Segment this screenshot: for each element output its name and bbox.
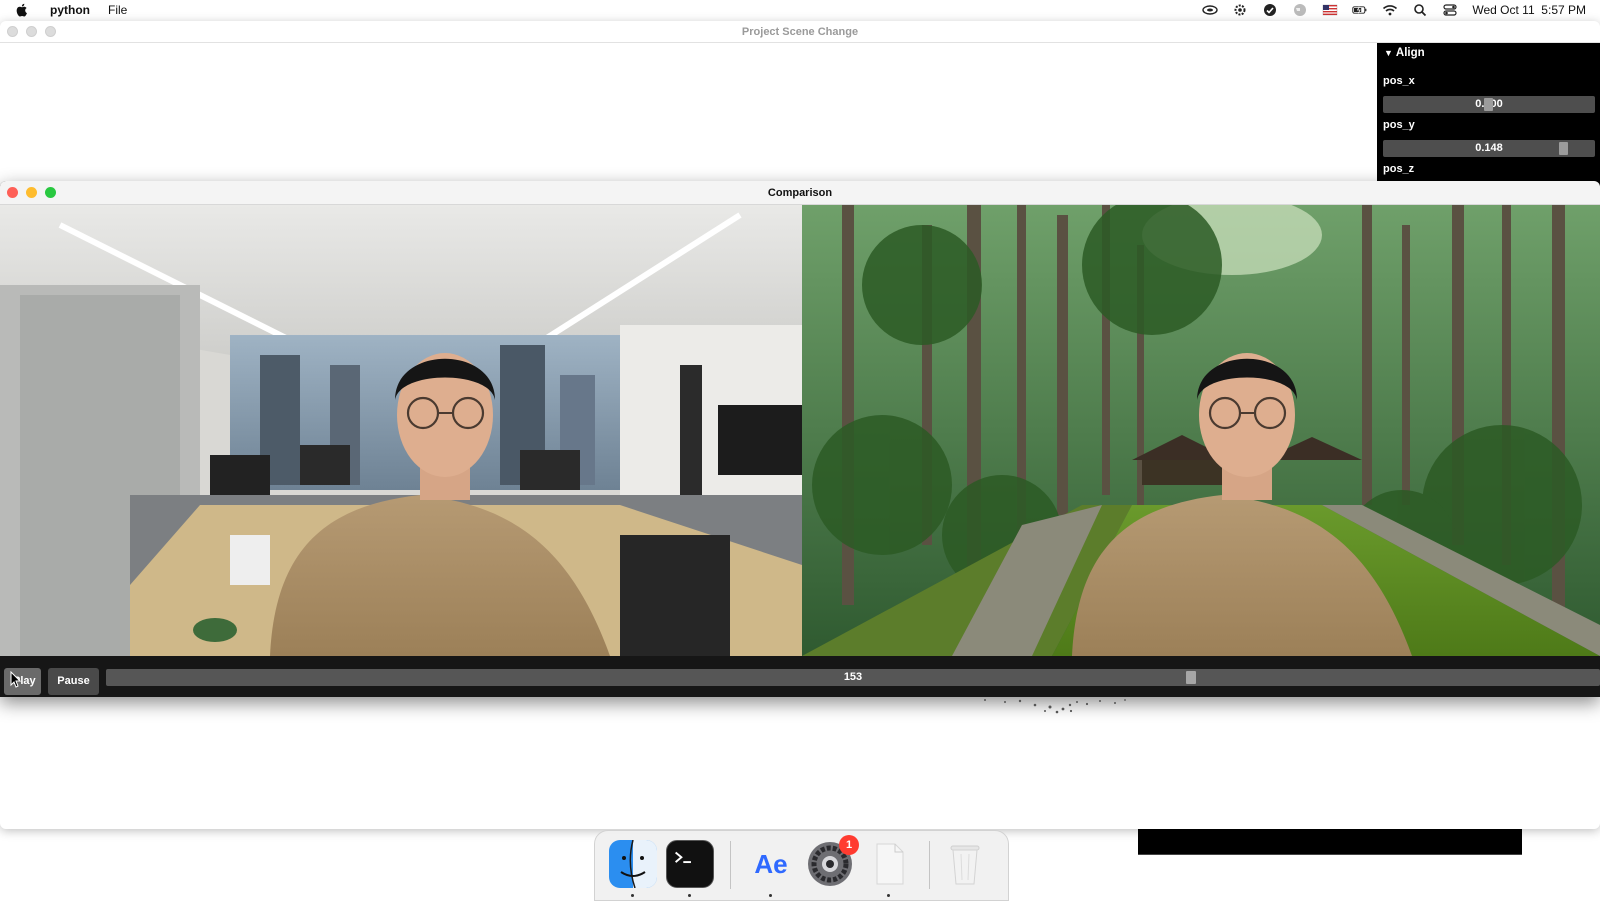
pos-y-slider[interactable]: 0.148 bbox=[1383, 140, 1595, 157]
us-flag-icon[interactable] bbox=[1322, 3, 1338, 17]
zoom-button[interactable] bbox=[45, 26, 56, 37]
frame-slider[interactable]: 153 bbox=[106, 669, 1600, 686]
wifi-icon[interactable] bbox=[1382, 3, 1398, 17]
office-scene-image bbox=[0, 205, 802, 656]
window-title: Comparison bbox=[767, 187, 833, 199]
notification-badge: 1 bbox=[839, 835, 859, 855]
battery-icon[interactable] bbox=[1352, 3, 1368, 17]
minimize-button[interactable] bbox=[26, 26, 37, 37]
original-office-video bbox=[0, 205, 802, 656]
control-center-icon[interactable] bbox=[1442, 3, 1458, 17]
pos-z-label: pos_z bbox=[1383, 163, 1415, 175]
trash-icon[interactable] bbox=[941, 840, 989, 888]
dock: Ae 1 bbox=[594, 830, 1009, 901]
menubar-clock[interactable]: Wed Oct 11 5:57 PM bbox=[1472, 3, 1586, 17]
dock-separator bbox=[730, 841, 731, 889]
globe-icon[interactable] bbox=[1292, 3, 1308, 17]
dock-separator bbox=[929, 841, 930, 889]
close-button[interactable] bbox=[7, 26, 18, 37]
window-titlebar[interactable]: Comparison bbox=[0, 181, 1600, 205]
window-titlebar[interactable]: Project Scene Change bbox=[0, 21, 1600, 43]
cloud-icon[interactable] bbox=[1202, 3, 1219, 17]
terminal-icon[interactable] bbox=[666, 840, 714, 888]
background-window-edge bbox=[1138, 829, 1522, 855]
minimize-button[interactable] bbox=[26, 187, 37, 198]
window-controls bbox=[7, 187, 56, 198]
replaced-forest-video bbox=[802, 205, 1600, 656]
window-controls bbox=[7, 26, 56, 37]
blank-document-icon[interactable] bbox=[865, 840, 913, 888]
playback-controls: Play Pause 153 bbox=[0, 656, 1600, 697]
pos-x-label: pos_x bbox=[1383, 75, 1415, 87]
running-indicator bbox=[631, 894, 634, 897]
menubar: python File Wed Oct 11 5:57 PM bbox=[0, 0, 1600, 20]
zoom-button[interactable] bbox=[45, 187, 56, 198]
forest-scene-image bbox=[802, 205, 1600, 656]
align-panel: ▼Align pos_x 0.000 pos_y 0.148 pos_z bbox=[1377, 43, 1600, 203]
frame-value: 153 bbox=[843, 671, 863, 683]
disclosure-triangle-icon: ▼ bbox=[1384, 48, 1393, 58]
running-indicator bbox=[769, 894, 772, 897]
pos-y-value: 0.148 bbox=[1475, 142, 1503, 154]
mouse-pointer-icon bbox=[10, 671, 22, 688]
status-area: Wed Oct 11 5:57 PM bbox=[1202, 0, 1586, 20]
close-button[interactable] bbox=[7, 187, 18, 198]
menu-file[interactable]: File bbox=[108, 3, 127, 17]
running-indicator bbox=[887, 894, 890, 897]
comparison-window: Comparison Play Pause 153 bbox=[0, 181, 1600, 697]
pos-x-slider[interactable]: 0.000 bbox=[1383, 96, 1595, 113]
pos-y-slider-handle[interactable] bbox=[1559, 142, 1568, 155]
finder-icon[interactable] bbox=[609, 839, 657, 889]
align-header-label: Align bbox=[1395, 47, 1425, 59]
gear-icon[interactable] bbox=[1232, 3, 1248, 17]
point-cloud-particles bbox=[984, 699, 1126, 714]
pos-x-slider-handle[interactable] bbox=[1484, 98, 1493, 111]
pause-button[interactable]: Pause bbox=[48, 668, 99, 695]
after-effects-icon[interactable]: Ae bbox=[747, 840, 795, 888]
spotlight-search-icon[interactable] bbox=[1412, 3, 1428, 17]
frame-slider-handle[interactable] bbox=[1186, 671, 1196, 684]
system-settings-icon[interactable]: 1 bbox=[806, 835, 859, 888]
pos-y-label: pos_y bbox=[1383, 119, 1415, 131]
window-title: Project Scene Change bbox=[741, 26, 859, 38]
menubar-app-name[interactable]: python bbox=[50, 3, 90, 17]
after-effects-label: Ae bbox=[754, 849, 788, 879]
sync-icon[interactable] bbox=[1262, 3, 1278, 17]
running-indicator bbox=[688, 894, 691, 897]
align-section-header[interactable]: ▼ Align bbox=[1384, 47, 1425, 59]
apple-logo-icon[interactable] bbox=[14, 2, 30, 18]
